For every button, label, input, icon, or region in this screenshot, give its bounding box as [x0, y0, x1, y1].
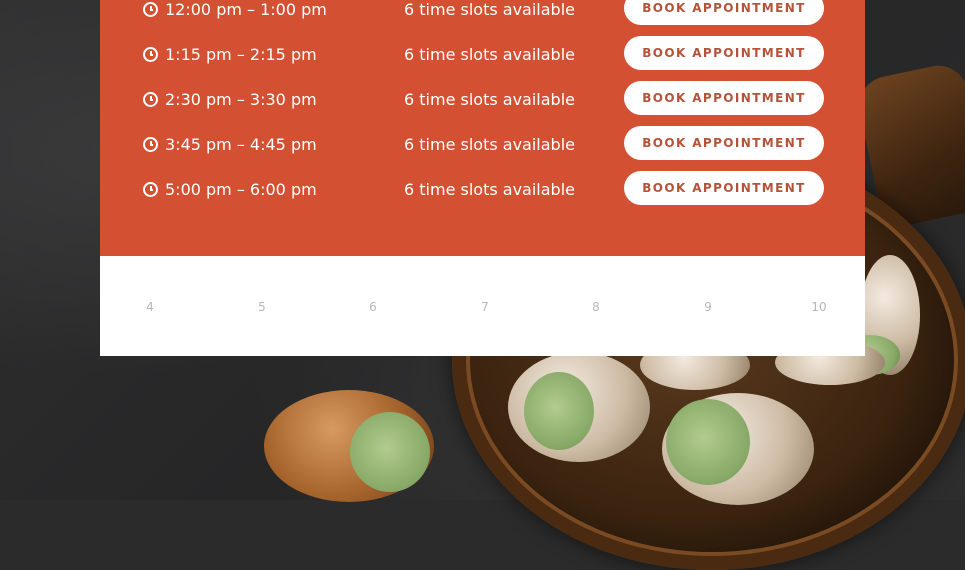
time-slot-row: 2:30 pm – 3:30 pm 6 time slots available…	[100, 81, 865, 117]
calendar-day[interactable]: 7	[465, 300, 505, 314]
calendar-day[interactable]: 10	[799, 300, 839, 314]
slot-availability: 6 time slots available	[404, 44, 575, 64]
clock-icon	[143, 136, 158, 152]
time-slots-panel: 12:00 pm – 1:00 pm 6 time slots availabl…	[100, 0, 865, 256]
time-slot-row: 12:00 pm – 1:00 pm 6 time slots availabl…	[100, 0, 865, 27]
clock-icon	[143, 46, 158, 62]
clock-icon	[143, 181, 158, 197]
clock-icon	[143, 1, 158, 17]
slot-time-label: 12:00 pm – 1:00 pm	[165, 0, 327, 19]
book-appointment-button[interactable]: BOOK APPOINTMENT	[624, 171, 824, 205]
calendar-day[interactable]: 4	[130, 300, 170, 314]
clock-icon	[143, 91, 158, 107]
slot-availability: 6 time slots available	[404, 134, 575, 154]
calendar-day[interactable]: 5	[242, 300, 282, 314]
calendar-day[interactable]: 9	[688, 300, 728, 314]
calendar-week-row: 4 5 6 7 8 9 10	[100, 300, 865, 320]
slot-availability: 6 time slots available	[404, 89, 575, 109]
slot-time-label: 3:45 pm – 4:45 pm	[165, 134, 317, 154]
calendar-day[interactable]: 6	[353, 300, 393, 314]
time-slot-row: 3:45 pm – 4:45 pm 6 time slots available…	[100, 126, 865, 162]
snail-shell	[264, 390, 434, 502]
booking-card: 12:00 pm – 1:00 pm 6 time slots availabl…	[100, 0, 865, 356]
time-slot-row: 1:15 pm – 2:15 pm 6 time slots available…	[100, 36, 865, 72]
book-appointment-button[interactable]: BOOK APPOINTMENT	[624, 36, 824, 70]
snail-shell	[508, 352, 650, 462]
slot-availability: 6 time slots available	[404, 179, 575, 199]
slot-time-label: 5:00 pm – 6:00 pm	[165, 179, 317, 199]
book-appointment-button[interactable]: BOOK APPOINTMENT	[624, 81, 824, 115]
book-appointment-button[interactable]: BOOK APPOINTMENT	[624, 0, 824, 25]
slot-time-label: 2:30 pm – 3:30 pm	[165, 89, 317, 109]
snail-shell	[662, 393, 814, 505]
slot-availability: 6 time slots available	[404, 0, 575, 19]
slot-time-label: 1:15 pm – 2:15 pm	[165, 44, 317, 64]
book-appointment-button[interactable]: BOOK APPOINTMENT	[624, 126, 824, 160]
calendar-day[interactable]: 8	[576, 300, 616, 314]
time-slot-row: 5:00 pm – 6:00 pm 6 time slots available…	[100, 171, 865, 207]
